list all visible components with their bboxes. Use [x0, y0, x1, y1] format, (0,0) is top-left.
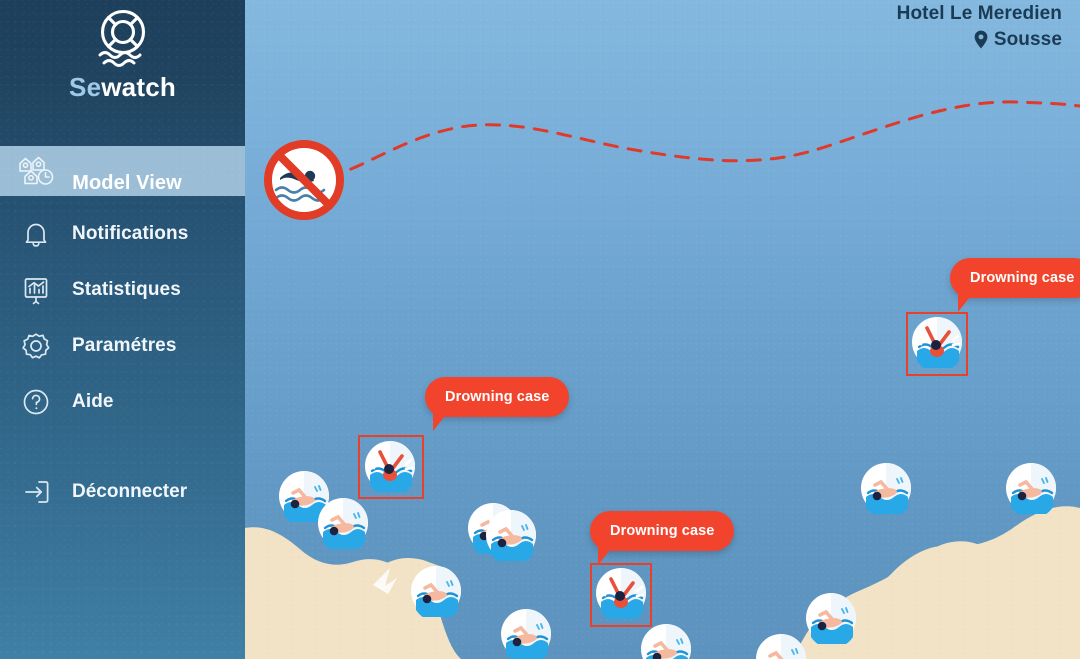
swimmer-marker[interactable]	[805, 592, 857, 649]
drowning-tooltip[interactable]: Drowning case	[950, 258, 1080, 312]
brand-name-part2: watch	[101, 72, 176, 102]
drowning-tooltip[interactable]: Drowning case	[425, 377, 570, 431]
no-swimming-sign-icon[interactable]	[262, 138, 346, 227]
question-circle-icon	[16, 382, 56, 422]
logout-arrow-icon	[16, 472, 56, 512]
sidebar-item-notifications[interactable]: Notifications	[0, 206, 245, 262]
drowning-tooltip-label: Drowning case	[445, 389, 550, 405]
sidebar-item-aide[interactable]: Aide	[0, 374, 245, 430]
swimmer-marker[interactable]	[755, 633, 807, 659]
sidebar-item-label-model-view: Model View	[72, 171, 182, 194]
sidebar-nav: Model View Notifications Statistiques Pa…	[0, 146, 245, 430]
tooltip-tail	[598, 545, 614, 565]
swimmer-marker[interactable]	[1005, 462, 1057, 519]
bell-icon	[16, 214, 56, 254]
swimmer-marker[interactable]	[640, 623, 692, 659]
sidebar-item-label-notifications: Notifications	[72, 223, 189, 244]
sidebar: Sewatch Model View Notifications Statist…	[0, 0, 245, 659]
brand-logo[interactable]: Sewatch	[0, 0, 245, 140]
location-pin-icon	[974, 30, 988, 49]
drowning-tooltip-label: Drowning case	[970, 270, 1075, 286]
chart-presentation-icon	[16, 270, 56, 310]
people-monitoring-clock-icon	[16, 150, 56, 190]
lifebuoy-waves-icon	[98, 9, 145, 67]
sidebar-item-model-view[interactable]: Model View	[0, 146, 245, 196]
sidebar-item-label-aide: Aide	[72, 391, 114, 412]
swim-boundary-dashed-line	[303, 100, 1080, 185]
brand-name-part1: Se	[69, 72, 102, 102]
brand-name: Sewatch	[69, 74, 176, 100]
drowning-swimmer-marker[interactable]	[595, 567, 647, 624]
tooltip-tail	[958, 292, 974, 312]
drowning-tooltip-label: Drowning case	[610, 523, 715, 539]
sidebar-item-label-parametres: Paramétres	[72, 335, 177, 356]
drowning-tooltip[interactable]: Drowning case	[590, 511, 735, 565]
sidebar-item-statistiques[interactable]: Statistiques	[0, 262, 245, 318]
city-name: Sousse	[993, 28, 1062, 50]
hotel-name: Hotel Le Meredien	[896, 3, 1062, 24]
gear-icon	[16, 326, 56, 366]
drowning-swimmer-marker[interactable]	[911, 316, 963, 373]
swimmer-marker[interactable]	[317, 497, 369, 554]
sidebar-item-parametres[interactable]: Paramétres	[0, 318, 245, 374]
tooltip-tail	[433, 411, 449, 431]
swimmer-marker[interactable]	[860, 462, 912, 519]
logout-button[interactable]: Déconnecter	[0, 466, 245, 518]
beach-model-view: Hotel Le Meredien Sousse Drowning case D…	[245, 0, 1080, 659]
swimmer-marker[interactable]	[500, 608, 552, 659]
swimmer-marker[interactable]	[410, 565, 462, 622]
venue-header: Hotel Le Meredien Sousse	[897, 2, 1062, 51]
sewatch-app: Sewatch Model View Notifications Statist…	[0, 0, 1080, 659]
sidebar-item-label-statistiques: Statistiques	[72, 279, 181, 300]
logout-label: Déconnecter	[72, 481, 188, 502]
swimmer-marker[interactable]	[485, 509, 537, 566]
drowning-swimmer-marker[interactable]	[364, 440, 416, 497]
